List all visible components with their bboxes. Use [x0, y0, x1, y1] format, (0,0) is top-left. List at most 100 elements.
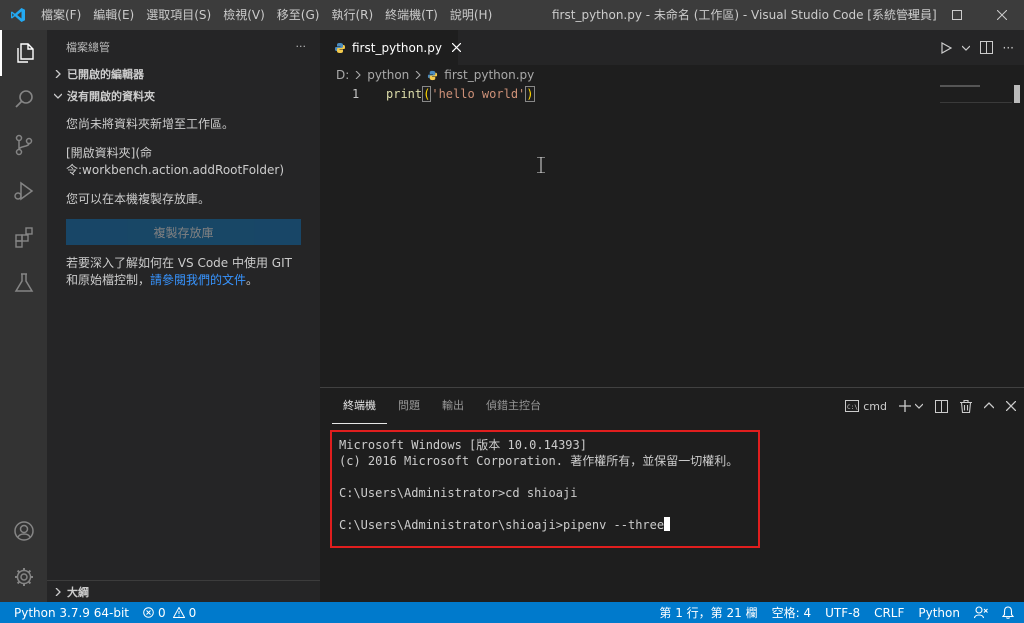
- terminal-line: (c) 2016 Microsoft Corporation. 著作權所有，並保…: [339, 454, 739, 468]
- more-actions-icon[interactable]: ···: [296, 40, 307, 53]
- editor-actions: ···: [940, 30, 1014, 65]
- activity-bar: [0, 30, 47, 602]
- no-folder-message: 您尚未將資料夾新增至工作區。: [66, 117, 235, 131]
- no-folder-section[interactable]: 沒有開啟的資料夾: [47, 85, 320, 107]
- settings-gear-icon[interactable]: [0, 554, 47, 600]
- encoding[interactable]: UTF-8: [818, 606, 867, 620]
- trash-icon[interactable]: [960, 399, 972, 413]
- run-debug-icon[interactable]: [0, 168, 47, 214]
- feedback-icon[interactable]: [967, 606, 995, 619]
- menu-file[interactable]: 檔案(F): [35, 0, 87, 30]
- open-editors-label: 已開啟的編輯器: [67, 68, 144, 81]
- breadcrumb-separator-icon: [355, 71, 362, 79]
- breadcrumb-drive[interactable]: D:: [336, 68, 349, 82]
- split-editor-icon[interactable]: [979, 41, 993, 54]
- account-icon[interactable]: [0, 508, 47, 554]
- tab-label: first_python.py: [352, 40, 442, 55]
- python-file-icon: [427, 70, 438, 81]
- menu-go[interactable]: 移至(G): [271, 0, 326, 30]
- open-folder-text-2: 令:workbench.action.addRootFolder): [66, 163, 284, 177]
- vscode-logo-icon: [0, 0, 35, 30]
- run-dropdown-icon[interactable]: [961, 44, 970, 52]
- terminal-cursor: [664, 517, 671, 531]
- maximize-panel-icon[interactable]: [984, 402, 994, 410]
- no-folder-label: 沒有開啟的資料夾: [67, 90, 155, 103]
- line-number: 1: [352, 87, 360, 101]
- tab-terminal[interactable]: 終端機: [332, 388, 387, 424]
- title-bar: 檔案(F) 編輯(E) 選取項目(S) 檢視(V) 移至(G) 執行(R) 終端…: [0, 0, 1024, 30]
- tab-debug-console[interactable]: 偵錯主控台: [475, 388, 552, 424]
- terminal-output[interactable]: Microsoft Windows [版本 10.0.14393] (c) 201…: [330, 430, 760, 548]
- code-token-string: 'hello world': [431, 87, 526, 101]
- warning-icon: [172, 607, 185, 618]
- explorer-icon[interactable]: [0, 30, 47, 76]
- chevron-right-icon: [51, 70, 65, 78]
- python-interpreter[interactable]: Python 3.7.9 64-bit: [0, 606, 136, 620]
- status-right: 第 1 行，第 21 欄 空格: 4 UTF-8 CRLF Python: [652, 602, 1024, 623]
- tab-first-python[interactable]: first_python.py: [320, 30, 462, 65]
- outline-section[interactable]: 大綱: [47, 580, 320, 602]
- minimize-button[interactable]: [889, 0, 934, 30]
- new-terminal-icon[interactable]: [899, 400, 911, 412]
- extensions-icon[interactable]: [0, 214, 47, 260]
- search-icon[interactable]: [0, 76, 47, 122]
- notifications-bell-icon[interactable]: [995, 606, 1024, 619]
- terminal-dropdown-icon[interactable]: [915, 402, 923, 410]
- scrollbar-thumb[interactable]: [1014, 85, 1020, 103]
- menu-terminal[interactable]: 終端機(T): [379, 0, 444, 30]
- explorer-sidebar: 檔案總管 ··· 已開啟的編輯器 沒有開啟的資料夾 您尚未將資料夾新增至工作區。…: [47, 30, 320, 602]
- cursor-position[interactable]: 第 1 行，第 21 欄: [652, 604, 764, 621]
- language-mode[interactable]: Python: [911, 606, 967, 620]
- close-tab-icon[interactable]: [451, 41, 462, 55]
- editor-more-icon[interactable]: ···: [1003, 41, 1014, 55]
- outline-label: 大綱: [67, 585, 89, 599]
- error-count: 0: [158, 605, 166, 620]
- window-controls: [889, 0, 1024, 30]
- problems-status[interactable]: 0 0: [136, 606, 203, 620]
- open-folder-command[interactable]: [開啟資料夾](命 令:workbench.action.addRootFold…: [47, 145, 320, 179]
- code-token-function: print: [386, 87, 423, 101]
- menu-view[interactable]: 檢視(V): [217, 0, 271, 30]
- terminal-line: C:\Users\Administrator\shioaji>pipenv --…: [339, 518, 665, 532]
- menu-edit[interactable]: 編輯(E): [87, 0, 140, 30]
- terminal-selector[interactable]: C:\ cmd: [845, 400, 887, 413]
- git-help-line-1: 若要深入了解如何在 VS Code 中使用 GIT: [66, 256, 292, 270]
- breadcrumb: D: python first_python.py: [320, 65, 1024, 85]
- testing-flask-icon[interactable]: [0, 260, 47, 306]
- error-icon: [143, 607, 154, 618]
- breadcrumb-folder[interactable]: python: [367, 68, 409, 82]
- code-line-1[interactable]: print('hello world'): [386, 85, 535, 103]
- terminal-line: Microsoft Windows [版本 10.0.14393]: [339, 438, 587, 452]
- tab-output[interactable]: 輸出: [431, 388, 475, 424]
- terminal-line: C:\Users\Administrator>cd shioaji: [339, 486, 578, 500]
- tab-problems[interactable]: 問題: [387, 388, 431, 424]
- menu-run[interactable]: 執行(R): [325, 0, 379, 30]
- git-help-line-2-text: 和原始檔控制，: [66, 273, 151, 287]
- menu-selection[interactable]: 選取項目(S): [140, 0, 217, 30]
- end-of-line[interactable]: CRLF: [867, 606, 911, 620]
- close-window-button[interactable]: [979, 0, 1024, 30]
- minimap[interactable]: [940, 85, 980, 87]
- docs-link[interactable]: 請參閱我們的文件: [150, 273, 246, 287]
- code-token-close-paren: ): [525, 86, 535, 102]
- python-file-icon: [334, 42, 346, 54]
- git-help-text: 若要深入了解如何在 VS Code 中使用 GIT 和原始檔控制，請參閱我們的文…: [47, 255, 320, 289]
- split-terminal-icon[interactable]: [935, 399, 948, 413]
- open-editors-section[interactable]: 已開啟的編輯器: [47, 63, 320, 85]
- menu-help[interactable]: 說明(H): [444, 0, 498, 30]
- code-editor[interactable]: 1 print('hello world'): [320, 85, 1024, 387]
- window-title: first_python.py - 未命名 (工作區) - Visual Stu…: [552, 8, 937, 22]
- close-panel-icon[interactable]: [1006, 401, 1016, 411]
- editor-tabs: first_python.py ···: [320, 30, 1024, 65]
- breadcrumb-file[interactable]: first_python.py: [444, 68, 534, 82]
- indentation[interactable]: 空格: 4: [765, 604, 819, 621]
- clone-repository-button[interactable]: 複製存放庫: [66, 219, 301, 245]
- terminal-prompt-line[interactable]: C:\Users\Administrator\shioaji>pipenv --…: [339, 517, 751, 533]
- source-control-icon[interactable]: [0, 122, 47, 168]
- maximize-button[interactable]: [934, 0, 979, 30]
- run-file-icon[interactable]: [940, 41, 952, 54]
- terminal-name: cmd: [863, 399, 887, 413]
- breadcrumb-separator-icon: [415, 71, 422, 79]
